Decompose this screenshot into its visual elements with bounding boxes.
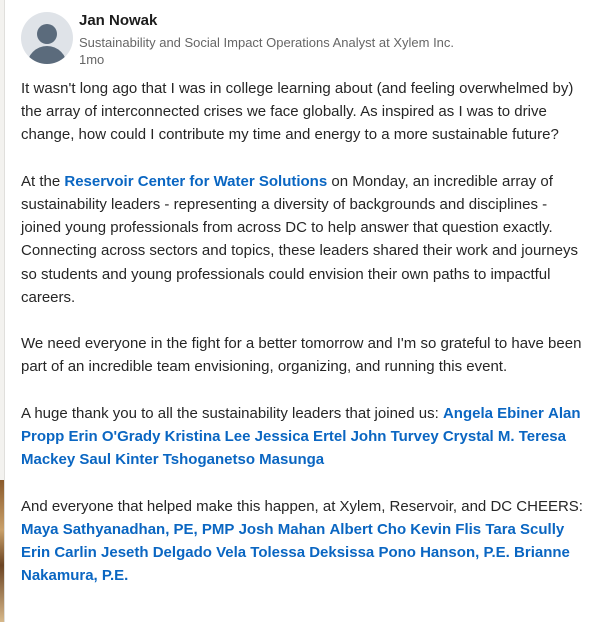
paragraph-event-before: At the bbox=[21, 172, 65, 190]
person-placeholder-icon bbox=[37, 24, 57, 44]
helper-mention[interactable]: Erin Carlin bbox=[21, 544, 97, 561]
helper-mention[interactable]: Tolessa Deksissa bbox=[250, 544, 374, 561]
helper-mention[interactable]: Pono Hanson, P.E. bbox=[378, 544, 509, 561]
leaders-intro: A huge thank you to all the sustainabili… bbox=[21, 404, 443, 422]
leader-mention[interactable]: John Turvey bbox=[351, 428, 439, 445]
author-headline: Sustainability and Social Impact Operati… bbox=[79, 35, 455, 50]
paragraph-event-after: on Monday, an incredible array of sustai… bbox=[21, 172, 578, 306]
leader-mention[interactable]: Jessica Ertel bbox=[255, 428, 347, 445]
helper-mention[interactable]: Kevin Flis bbox=[410, 521, 481, 538]
paragraph-event: At the Reservoir Center for Water Soluti… bbox=[21, 170, 591, 309]
helper-mention[interactable]: Tara Scully bbox=[485, 521, 564, 538]
author-name[interactable]: Jan Nowak bbox=[79, 12, 157, 29]
reservoir-center-link[interactable]: Reservoir Center for Water Solutions bbox=[64, 173, 327, 190]
post-time: 1mo bbox=[79, 52, 105, 67]
paragraph-helpers: And everyone that helped make this happe… bbox=[21, 495, 591, 588]
leader-mention[interactable]: Angela Ebiner bbox=[443, 405, 544, 422]
leader-mention[interactable]: Saul Kinter bbox=[79, 451, 158, 468]
helper-mention[interactable]: Jeseth Delgado Vela bbox=[101, 544, 246, 561]
post-card: Jan Nowak Sustainability and Social Impa… bbox=[4, 0, 594, 622]
avatar-shoulders bbox=[27, 46, 67, 64]
helper-mention[interactable]: Albert Cho bbox=[329, 521, 406, 538]
paragraph-leaders: A huge thank you to all the sustainabili… bbox=[21, 402, 591, 472]
leader-mention[interactable]: Kristina Lee bbox=[165, 428, 251, 445]
leader-mention[interactable]: Tshoganetso Masunga bbox=[163, 451, 324, 468]
leader-mention[interactable]: Crystal M. bbox=[443, 428, 515, 445]
paragraph-gratitude: We need everyone in the fight for a bett… bbox=[21, 335, 582, 376]
helper-mention[interactable]: Maya Sathyanadhan, PE, PMP bbox=[21, 521, 234, 538]
post-header: Jan Nowak Sustainability and Social Impa… bbox=[21, 10, 581, 67]
avatar[interactable] bbox=[21, 12, 73, 64]
helpers-intro: And everyone that helped make this happe… bbox=[21, 497, 583, 515]
leader-mention[interactable]: Erin O'Grady bbox=[69, 428, 161, 445]
post-body: It wasn't long ago that I was in college… bbox=[21, 77, 591, 611]
helper-mention[interactable]: Josh Mahan bbox=[239, 521, 326, 538]
paragraph-intro: It wasn't long ago that I was in college… bbox=[21, 80, 574, 144]
